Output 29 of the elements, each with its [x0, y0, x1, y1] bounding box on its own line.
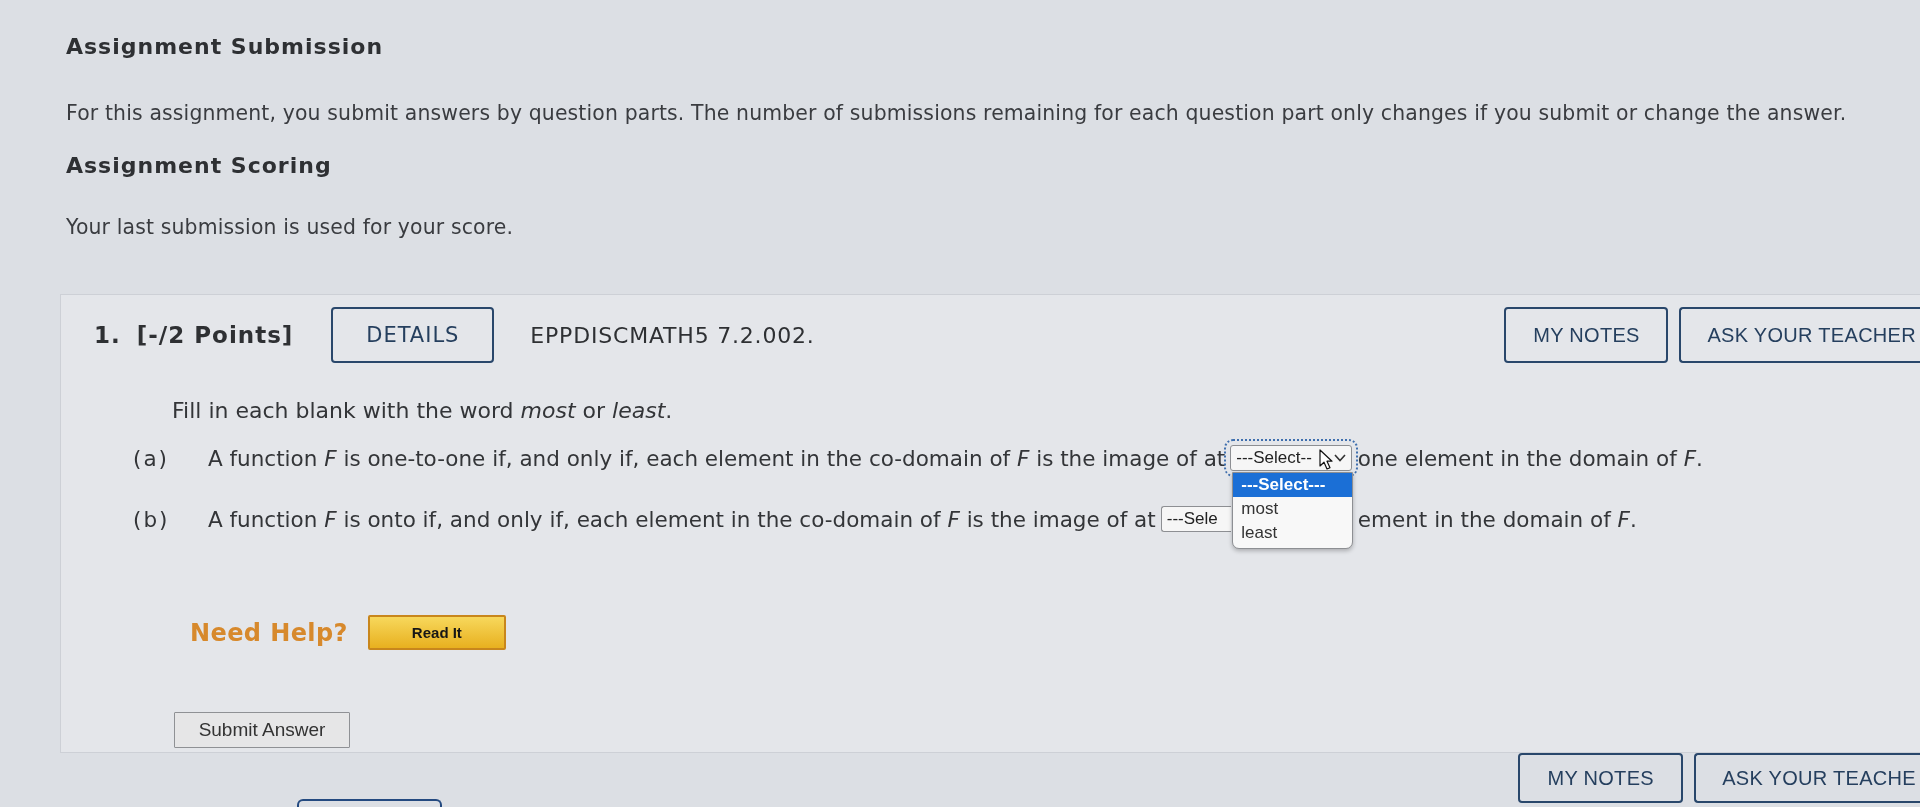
part-label: (b)	[133, 506, 171, 532]
question-text: A function F is onto if, and only if, each element in the co-domain of F is the image of at	[208, 506, 1156, 532]
my-notes-button[interactable]: MY NOTES	[1518, 753, 1684, 803]
mouse-pointer-icon	[1318, 449, 1333, 470]
ask-teacher-button[interactable]: ASK YOUR TEACHER	[1679, 307, 1920, 363]
points-label: [-/2 Points]	[136, 322, 294, 348]
submit-answer-button[interactable]: Submit Answer	[174, 712, 350, 748]
partial-button[interactable]	[297, 799, 442, 807]
details-button[interactable]: DETAILS	[331, 307, 495, 363]
dropdown-option[interactable]: least	[1233, 521, 1352, 545]
part-label: (a)	[133, 445, 170, 471]
info-text: For this assignment, you submit answers by question parts. The number of submissions remaining for each question part only changes if you submit or change the answer.	[66, 100, 1848, 127]
info-text: Your last submission is used for your score.	[66, 214, 515, 241]
dropdown-option[interactable]: ---Select---	[1233, 473, 1352, 497]
my-notes-button[interactable]: MY NOTES	[1504, 307, 1669, 363]
ask-teacher-button[interactable]: ASK YOUR TEACHE	[1694, 753, 1920, 803]
question-code: EPPDISCMATH5 7.2.002.	[530, 322, 815, 348]
dropdown-option[interactable]: most	[1233, 497, 1352, 521]
instructions-text: Fill in each blank with the word most or least.	[172, 398, 674, 424]
need-help-label: Need Help?	[190, 618, 348, 647]
section-heading: Assignment Scoring	[66, 152, 333, 180]
chevron-icon	[1333, 454, 1346, 462]
read-it-button[interactable]: Read It	[367, 615, 506, 650]
section-heading: Assignment Submission	[66, 33, 385, 61]
question-text: one element in the domain of F.	[1357, 445, 1703, 471]
question-text: A function F is one-to-one if, and only if, each element in the co-domain of F is the image of at	[208, 445, 1226, 471]
answer-dropdown[interactable]: ---Sele	[1160, 506, 1232, 532]
question-number: 1.	[94, 322, 121, 348]
question-text: ement in the domain of F.	[1357, 506, 1637, 532]
